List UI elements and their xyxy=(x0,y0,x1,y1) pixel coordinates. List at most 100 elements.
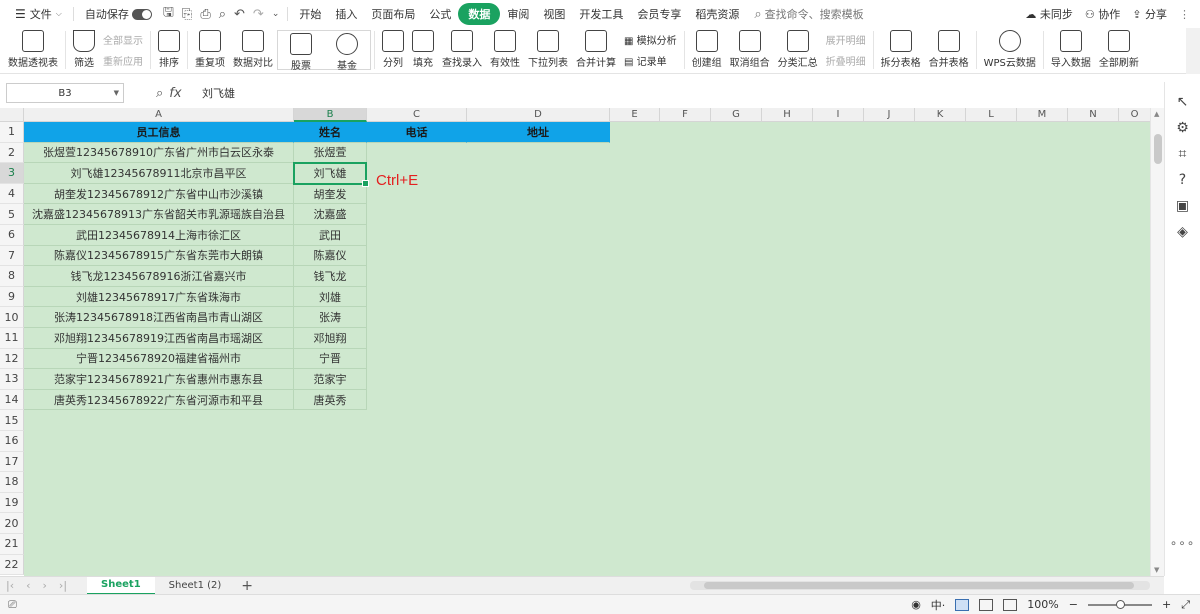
backup-icon[interactable]: ▣ xyxy=(1175,198,1191,214)
menu-page-layout[interactable]: 页面布局 xyxy=(364,3,422,25)
stock-button[interactable]: 股票 xyxy=(278,31,324,75)
row-header[interactable]: 14 xyxy=(0,389,24,411)
undo-icon[interactable]: ↶ xyxy=(230,7,249,22)
table-cell[interactable]: 唐英秀12345678922广东省河源市和平县 xyxy=(24,389,294,411)
add-sheet-icon[interactable]: + xyxy=(235,578,259,594)
table-cell[interactable]: 刘雄 xyxy=(294,286,367,308)
sync-button[interactable]: ☁ 未同步 xyxy=(1025,6,1073,22)
table-cell[interactable]: 张煜萱 xyxy=(294,142,367,164)
header-cell[interactable]: 姓名 xyxy=(294,122,367,143)
dropdown-list-button[interactable]: 下拉列表 xyxy=(524,28,572,72)
column-header-j[interactable]: J xyxy=(864,108,915,122)
sort-button[interactable]: 排序 xyxy=(154,28,184,72)
row-header[interactable]: 9 xyxy=(0,286,24,308)
row-header[interactable]: 17 xyxy=(0,451,24,473)
filter-button[interactable]: 筛选 xyxy=(69,28,99,72)
help-icon[interactable]: ? xyxy=(1175,172,1191,188)
zoom-out-icon[interactable]: − xyxy=(1069,598,1078,611)
table-cell[interactable]: 胡奎发 xyxy=(294,183,367,205)
split-table-button[interactable]: 拆分表格 xyxy=(877,28,925,72)
table-cell[interactable]: 钱飞龙12345678916浙江省嘉兴市 xyxy=(24,266,294,287)
refresh-all-button[interactable]: 全部刷新 xyxy=(1095,28,1143,72)
language-icon[interactable]: 中· xyxy=(931,597,946,613)
save-icon[interactable]: 🖫 xyxy=(159,3,178,25)
redo-icon[interactable]: ↷ xyxy=(249,7,268,22)
table-cell[interactable]: 范家宇12345678921广东省惠州市惠东县 xyxy=(24,369,294,390)
expand-detail-button[interactable]: 展开明细 xyxy=(826,32,866,47)
zoom-search-icon[interactable]: ⌕ xyxy=(156,86,163,101)
preview-icon[interactable]: ⌕ xyxy=(215,7,230,22)
row-header[interactable]: 15 xyxy=(0,410,24,431)
merge-table-button[interactable]: 合并表格 xyxy=(925,28,973,72)
table-cell[interactable]: 邓旭翔 xyxy=(294,328,367,349)
import-data-button[interactable]: 导入数据 xyxy=(1047,28,1095,72)
menu-start[interactable]: 开始 xyxy=(292,3,328,25)
column-header-b[interactable]: B xyxy=(294,108,367,122)
more-menu-icon[interactable]: ⋮ xyxy=(1179,8,1190,21)
toggle-switch[interactable] xyxy=(131,8,152,20)
menu-docer[interactable]: 稻壳资源 xyxy=(688,3,746,25)
collab-button[interactable]: ⚇ 协作 xyxy=(1085,6,1120,22)
row-header[interactable]: 16 xyxy=(0,431,24,452)
next-sheet-icon[interactable]: › xyxy=(37,579,53,592)
zoom-slider[interactable] xyxy=(1087,599,1152,609)
column-header-h[interactable]: H xyxy=(762,108,813,122)
print-icon[interactable]: ⎙ xyxy=(196,7,214,22)
table-cell[interactable]: 钱飞龙 xyxy=(294,266,367,287)
split-column-button[interactable]: 分列 xyxy=(378,28,408,72)
column-header-c[interactable]: C xyxy=(367,108,467,122)
row-header[interactable]: 22 xyxy=(0,554,24,576)
name-box[interactable]: B3 ▼ xyxy=(6,83,124,103)
file-menu[interactable]: ☰ 文件 ⌵ xyxy=(8,3,69,25)
first-sheet-icon[interactable]: |‹ xyxy=(0,579,20,592)
table-cell[interactable]: 张涛 xyxy=(294,307,367,328)
last-sheet-icon[interactable]: ›| xyxy=(53,579,73,592)
scroll-down-icon[interactable]: ▼ xyxy=(1154,566,1159,574)
format-icon[interactable]: ⌗ xyxy=(1175,146,1191,162)
ribbon-scrollbar[interactable] xyxy=(1186,28,1200,74)
zoom-level[interactable]: 100% xyxy=(1027,598,1058,611)
row-header[interactable]: 6 xyxy=(0,225,24,246)
table-cell[interactable]: 宁晋 xyxy=(294,348,367,370)
record-form-button[interactable]: ▤ 记录单 xyxy=(624,53,677,68)
tab-sheet1[interactable]: Sheet1 xyxy=(87,576,155,595)
row-header[interactable]: 18 xyxy=(0,472,24,493)
page-break-view-icon[interactable] xyxy=(1003,598,1018,611)
column-header-f[interactable]: F xyxy=(660,108,711,122)
menu-formula[interactable]: 公式 xyxy=(422,3,458,25)
header-cell[interactable]: 电话 xyxy=(367,122,467,143)
consolidate-button[interactable]: 合并计算 xyxy=(572,28,620,72)
adjust-icon[interactable]: ⚙ xyxy=(1175,120,1191,136)
create-group-button[interactable]: 创建组 xyxy=(688,28,726,72)
row-header[interactable]: 21 xyxy=(0,534,24,555)
column-header-m[interactable]: M xyxy=(1017,108,1068,122)
eye-protection-icon[interactable]: ◉ xyxy=(911,598,921,611)
row-header[interactable]: 1 xyxy=(0,122,24,143)
header-cell[interactable]: 地址 xyxy=(467,122,610,143)
ungroup-button[interactable]: 取消组合 xyxy=(726,28,774,72)
row-header[interactable]: 5 xyxy=(0,204,24,225)
zoom-in-icon[interactable]: + xyxy=(1162,598,1171,611)
menu-developer[interactable]: 开发工具 xyxy=(572,3,630,25)
location-icon[interactable]: ◈ xyxy=(1175,224,1191,240)
menu-data[interactable]: 数据 xyxy=(458,3,501,25)
table-cell[interactable]: 邓旭翔12345678919江西省南昌市瑶湖区 xyxy=(24,328,294,349)
fullscreen-icon[interactable]: ⤢ xyxy=(1181,598,1190,612)
row-header[interactable]: 20 xyxy=(0,513,24,534)
table-cell[interactable]: 刘飞雄 xyxy=(294,163,367,184)
column-header-n[interactable]: N xyxy=(1068,108,1119,122)
table-cell[interactable]: 沈嘉盛12345678913广东省韶关市乳源瑶族自治县 xyxy=(24,204,294,225)
collapse-detail-button[interactable]: 折叠明细 xyxy=(826,53,866,68)
validity-button[interactable]: 有效性 xyxy=(486,28,524,72)
row-header[interactable]: 10 xyxy=(0,307,24,328)
table-cell[interactable]: 刘雄12345678917广东省珠海市 xyxy=(24,286,294,308)
page-layout-view-icon[interactable] xyxy=(979,598,994,611)
table-cell[interactable]: 武田12345678914上海市徐汇区 xyxy=(24,225,294,246)
reapply-button[interactable]: 重新应用 xyxy=(103,53,143,68)
table-cell[interactable]: 范家宇 xyxy=(294,369,367,390)
menu-review[interactable]: 审阅 xyxy=(500,3,536,25)
row-header[interactable]: 13 xyxy=(0,369,24,390)
command-search[interactable]: ⌕ 查找命令、搜索模板 xyxy=(754,6,863,22)
column-header-d[interactable]: D xyxy=(467,108,610,122)
compare-button[interactable]: 数据对比 xyxy=(229,28,277,72)
